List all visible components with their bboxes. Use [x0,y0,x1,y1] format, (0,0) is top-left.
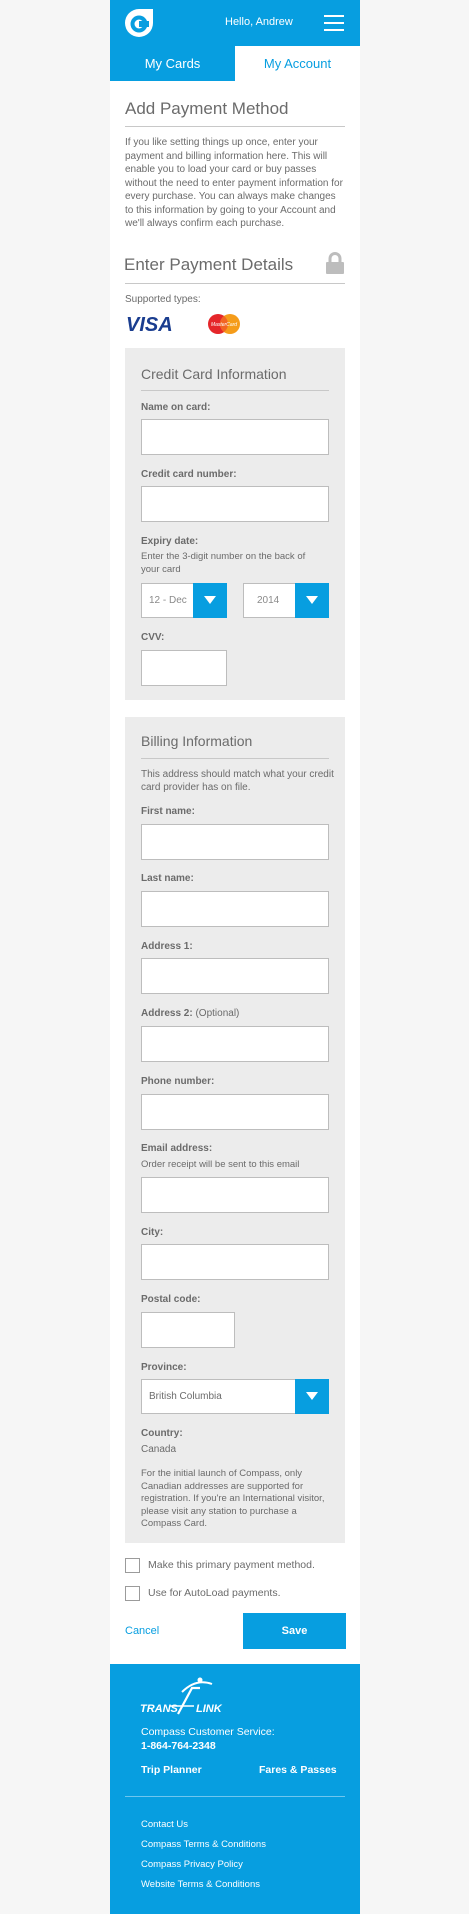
compass-privacy-link[interactable]: Compass Privacy Policy [141,1859,243,1870]
divider [141,758,329,759]
cancel-link[interactable]: Cancel [125,1625,159,1637]
expiry-year-select[interactable]: 2014 [243,583,329,618]
tab-my-account[interactable]: My Account [235,46,360,81]
province-label: Province: [141,1362,187,1373]
tab-bar: My Cards My Account [110,46,360,81]
name-on-card-label: Name on card: [141,402,211,413]
country-value: Canada [141,1444,177,1455]
billing-title: Billing Information [141,733,253,749]
card-number-label: Credit card number: [141,469,237,480]
expiry-month-select[interactable]: 12 - Dec [141,583,227,618]
footer: TRANS LINK Compass Customer Service: 1-8… [110,1664,360,1914]
billing-intro: This address should match what your cred… [141,769,334,793]
first-name-field[interactable] [141,824,329,860]
country-label: Country: [141,1428,183,1439]
name-on-card-field[interactable] [141,419,329,455]
dropdown-button[interactable] [295,1379,329,1414]
hamburger-menu-icon[interactable] [324,15,344,31]
city-label: City: [141,1227,164,1238]
expiry-label: Expiry date: [141,536,199,547]
trip-planner-link[interactable]: Trip Planner [141,1764,202,1776]
visa-logo: VISA [126,314,173,336]
page: Hello, Andrew My Cards My Account Add Pa… [110,0,360,1914]
compass-terms-link[interactable]: Compass Terms & Conditions [141,1839,266,1850]
section-title: Enter Payment Details [124,255,294,274]
expiry-year-value: 2014 [257,595,280,606]
footer-divider [125,1796,345,1797]
translink-logo-left: TRANS [140,1703,179,1715]
page-title: Add Payment Method [125,99,289,118]
contact-us-link[interactable]: Contact Us [141,1819,188,1830]
top-bar: Hello, Andrew [110,0,360,46]
mastercard-logo: MasterCard [208,314,240,334]
billing-panel: Billing Information This address should … [125,717,345,1543]
postal-code-field[interactable] [141,1312,235,1348]
translink-logo[interactable]: TRANS LINK [140,1674,232,1718]
card-number-field[interactable] [141,486,329,522]
customer-service-phone[interactable]: 1-864-764-2348 [141,1740,216,1752]
postal-code-label: Postal code: [141,1294,201,1305]
chevron-down-icon [204,596,216,604]
address1-label: Address 1: [141,941,193,952]
primary-payment-checkbox[interactable] [125,1558,140,1573]
fares-passes-link[interactable]: Fares & Passes [259,1764,337,1776]
credit-card-panel: Credit Card Information Name on card: Cr… [125,348,345,700]
province-select[interactable]: British Columbia [141,1379,329,1414]
dropdown-button[interactable] [193,583,227,618]
customer-service-label: Compass Customer Service: [141,1726,275,1738]
email-hint: Order receipt will be sent to this email [141,1159,300,1170]
address2-label: Address 2: (Optional) [141,1008,239,1019]
address2-field[interactable] [141,1026,329,1062]
greeting: Hello, Andrew [225,16,293,28]
compass-logo-icon[interactable] [124,8,154,38]
dropdown-button[interactable] [295,583,329,618]
cvv-label: CVV: [141,632,165,643]
address2-label-text: Address 2: [141,1008,193,1019]
email-label: Email address: [141,1143,213,1154]
primary-payment-label: Make this primary payment method. [148,1559,315,1571]
phone-field[interactable] [141,1094,329,1130]
save-button[interactable]: Save [243,1613,346,1649]
translink-logo-right: LINK [196,1703,223,1715]
last-name-label: Last name: [141,873,194,884]
first-name-label: First name: [141,806,195,817]
country-note: For the initial launch of Compass, only … [141,1468,325,1529]
divider [141,390,329,391]
website-terms-link[interactable]: Website Terms & Conditions [141,1879,260,1890]
divider [125,126,345,127]
autoload-checkbox[interactable] [125,1586,140,1601]
divider [125,283,345,284]
optional-tag: (Optional) [195,1008,240,1019]
autoload-label: Use for AutoLoad payments. [148,1587,281,1599]
intro-text: If you like setting things up once, ente… [125,137,343,229]
email-field[interactable] [141,1177,329,1213]
svg-text:MasterCard: MasterCard [211,322,237,328]
expiry-hint: Enter the 3-digit number on the back of … [141,551,306,575]
expiry-month-value: 12 - Dec [149,595,187,606]
chevron-down-icon [306,596,318,604]
address1-field[interactable] [141,958,329,994]
supported-types-label: Supported types: [125,294,201,305]
tab-my-cards[interactable]: My Cards [110,46,235,81]
phone-label: Phone number: [141,1076,215,1087]
province-value: British Columbia [149,1391,222,1402]
credit-card-title: Credit Card Information [141,366,287,382]
city-field[interactable] [141,1244,329,1280]
chevron-down-icon [306,1392,318,1400]
last-name-field[interactable] [141,891,329,927]
lock-icon [326,252,344,274]
cvv-field[interactable] [141,650,227,686]
